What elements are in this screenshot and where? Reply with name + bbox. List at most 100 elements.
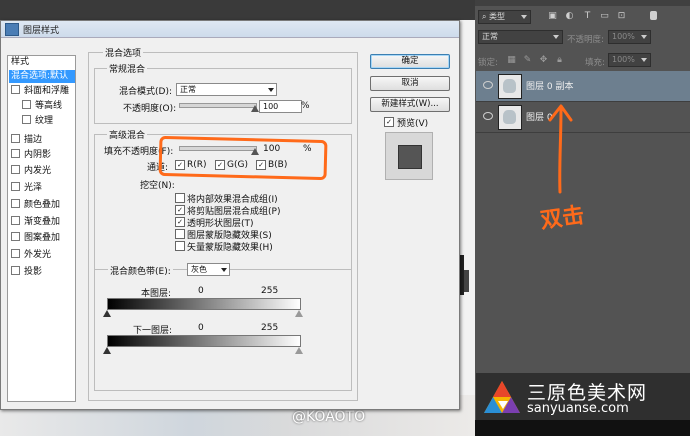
blend-clipped-layers-checkbox[interactable]: ✓	[175, 205, 185, 215]
style-checkbox[interactable]	[11, 182, 20, 191]
this-layer-gradient[interactable]	[107, 298, 301, 310]
lock-all-icon[interactable]: 🔒︎	[555, 56, 564, 65]
style-item-gradient-overlay[interactable]: 渐变叠加	[11, 216, 60, 229]
lock-position-icon[interactable]: ✥	[539, 56, 548, 65]
underlying-black-slider[interactable]	[103, 347, 111, 354]
style-item-inner-glow[interactable]: 内发光	[11, 165, 51, 178]
lock-label: 锁定:	[478, 58, 498, 68]
style-item-bevel-emboss[interactable]: 斜面和浮雕	[11, 85, 69, 98]
styles-list: 样式 混合选项:默认 斜面和浮雕 等高线 纹理 描边 内阴影 内发光 光泽 颜色…	[7, 55, 76, 402]
style-item-satin[interactable]: 光泽	[11, 182, 42, 195]
style-item-color-overlay[interactable]: 颜色叠加	[11, 199, 60, 212]
lock-transparent-icon[interactable]: ▦	[507, 56, 516, 65]
blend-mode-value: 正常	[180, 85, 196, 94]
layer-filter-value: 类型	[489, 12, 506, 21]
blend-mode-select[interactable]: 正常	[176, 83, 277, 96]
knockout-label: 挖空(N):	[140, 181, 175, 191]
this-layer-white-slider[interactable]	[295, 310, 303, 317]
layer-fill-input[interactable]: 100%	[608, 53, 651, 67]
style-checkbox[interactable]	[11, 216, 20, 225]
style-item-label: 颜色叠加	[24, 200, 61, 210]
preview-checkbox[interactable]: ✓	[384, 117, 394, 127]
adjustment-filter-icon[interactable]: ◐	[565, 12, 574, 21]
style-checkbox[interactable]	[11, 165, 20, 174]
style-item-texture[interactable]: 纹理	[22, 115, 53, 128]
style-checkbox[interactable]	[11, 134, 20, 143]
blend-mode-label: 混合模式(D):	[119, 87, 172, 97]
canvas-top-bar	[0, 0, 475, 20]
shape-filter-icon[interactable]: ▭	[600, 12, 609, 21]
layer-thumbnail-art	[503, 79, 516, 93]
style-item-label: 描边	[24, 135, 43, 145]
annotation-double-click-text: 双击	[538, 203, 586, 234]
style-item-drop-shadow[interactable]: 投影	[11, 266, 42, 279]
layer-opacity-input[interactable]: 100%	[608, 30, 651, 44]
layer-row[interactable]: 图层 0 副本	[476, 71, 690, 102]
dialog-title-bar[interactable]: 图层样式	[1, 21, 459, 38]
style-item-label: 纹理	[35, 116, 54, 126]
style-item-contour[interactable]: 等高线	[22, 100, 62, 113]
layer-mask-hides-checkbox[interactable]	[175, 229, 185, 239]
style-item-stroke[interactable]: 描边	[11, 134, 42, 147]
underlying-layer-gradient[interactable]	[107, 335, 301, 347]
opacity-input[interactable]: 100	[259, 100, 302, 113]
style-item-inner-shadow[interactable]: 内阴影	[11, 149, 51, 162]
watermark-text: @KOAOTO	[292, 409, 366, 425]
style-item-label: 等高线	[35, 101, 63, 111]
layer-thumbnail	[498, 105, 522, 130]
layer-thumbnail	[498, 74, 522, 99]
layer-thumbnail-art	[503, 110, 516, 124]
style-item-pattern-overlay[interactable]: 图案叠加	[11, 232, 60, 245]
opacity-slider-thumb[interactable]	[251, 105, 259, 112]
lock-paint-icon[interactable]: ✎	[523, 56, 532, 65]
new-style-button[interactable]: 新建样式(W)...	[370, 97, 450, 112]
style-checkbox[interactable]	[11, 85, 20, 94]
blend-interior-effects-checkbox[interactable]	[175, 193, 185, 203]
style-checkbox[interactable]	[11, 266, 20, 275]
ok-button[interactable]: 确定	[370, 54, 450, 69]
chevron-down-icon	[521, 15, 527, 19]
layer-row[interactable]: 图层 0	[476, 102, 690, 133]
style-item-label: 内阴影	[24, 150, 52, 160]
app-icon	[5, 23, 19, 36]
transparency-shapes-checkbox[interactable]: ✓	[175, 217, 185, 227]
cancel-button[interactable]: 取消	[370, 76, 450, 91]
underlying-layer-max: 255	[261, 323, 279, 333]
pixel-filter-icon[interactable]: ▣	[548, 12, 557, 21]
preview-label: 预览(V)	[397, 119, 429, 129]
blend-if-select[interactable]: 灰色	[187, 263, 230, 276]
general-blending-title: 常规混合	[107, 62, 148, 75]
underlying-white-slider[interactable]	[295, 347, 303, 354]
layer-blend-mode-value: 正常	[482, 32, 498, 41]
vector-mask-hides-checkbox[interactable]	[175, 241, 185, 251]
style-checkbox[interactable]	[11, 232, 20, 241]
opacity-slider[interactable]	[179, 103, 257, 108]
chevron-down-icon	[268, 88, 274, 92]
style-preview-box	[385, 132, 433, 180]
blend-if-value: 灰色	[191, 265, 207, 274]
this-layer-black-slider[interactable]	[103, 310, 111, 317]
style-preview-swatch	[398, 145, 422, 169]
filter-toggle-icon[interactable]	[650, 11, 657, 20]
type-filter-icon[interactable]: T	[583, 12, 592, 21]
style-item-blending-options[interactable]: 混合选项:默认	[9, 70, 75, 83]
style-item-outer-glow[interactable]: 外发光	[11, 249, 51, 262]
style-checkbox[interactable]	[11, 249, 20, 258]
eye-icon[interactable]	[483, 81, 493, 89]
style-item-label: 混合选项:默认	[11, 71, 69, 81]
style-checkbox[interactable]	[11, 149, 20, 158]
annotation-arrow-icon	[548, 104, 573, 194]
style-item-label: 内发光	[24, 166, 52, 176]
blend-if-label: 混合颜色带(E):	[108, 264, 173, 277]
layer-filter-select[interactable]: ⌕ 类型	[478, 10, 531, 24]
styles-header: 样式	[11, 57, 30, 67]
style-item-label: 外发光	[24, 250, 52, 260]
layer-blend-mode-select[interactable]: 正常	[478, 30, 563, 44]
style-checkbox[interactable]	[22, 100, 31, 109]
blending-options-title: 混合选项	[103, 46, 144, 59]
style-checkbox[interactable]	[22, 115, 31, 124]
style-checkbox[interactable]	[11, 199, 20, 208]
opacity-unit: %	[301, 101, 310, 111]
eye-icon[interactable]	[483, 112, 493, 120]
smart-object-filter-icon[interactable]: ⊡	[617, 12, 626, 21]
